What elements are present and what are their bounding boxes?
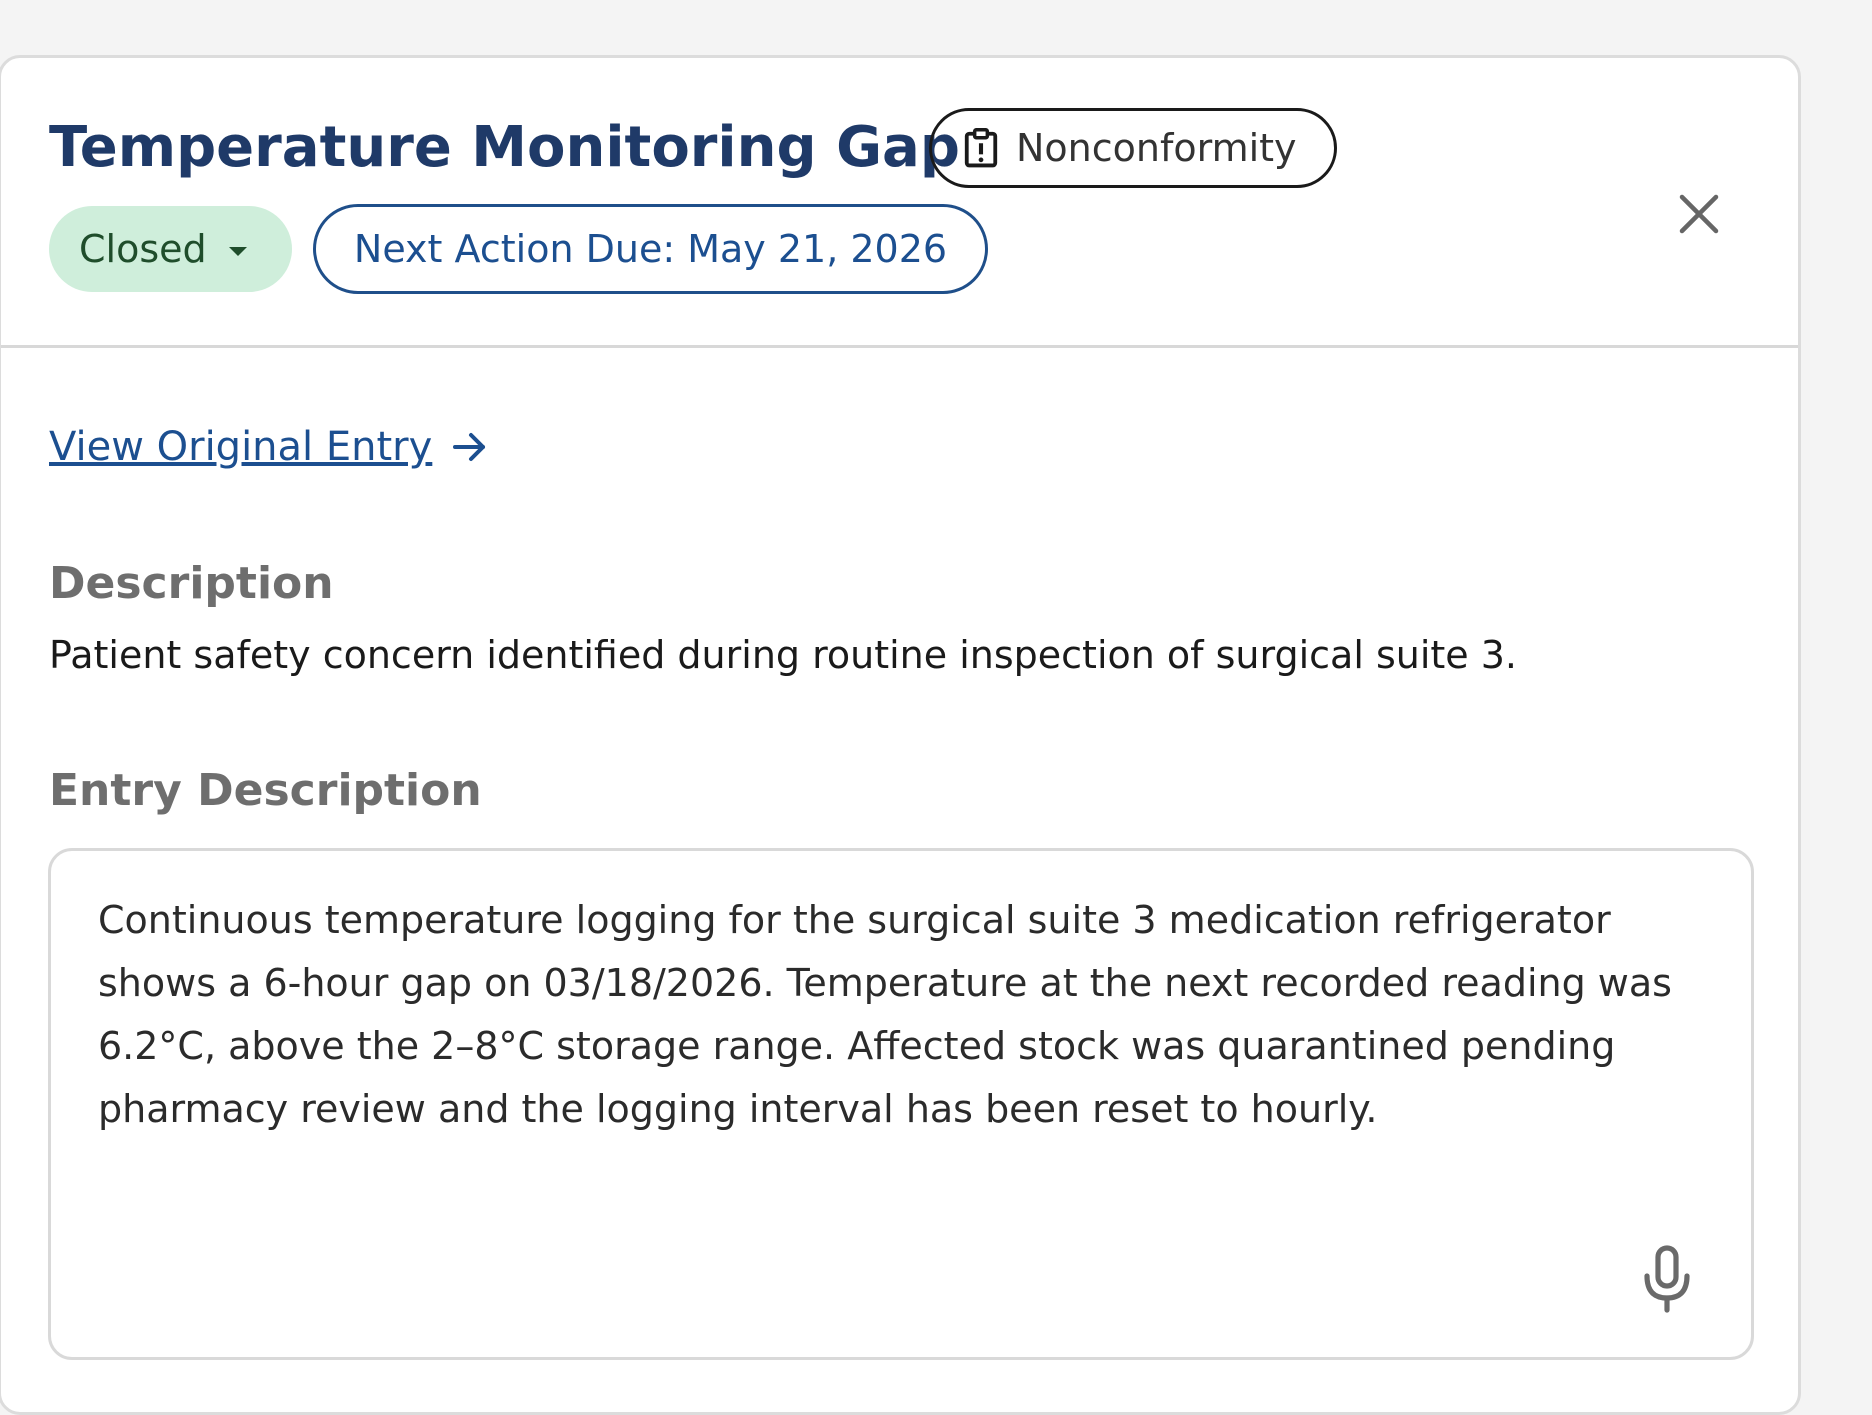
type-badge: Nonconformity <box>929 108 1337 188</box>
arrow-right-icon <box>453 433 486 461</box>
issue-detail-panel: Temperature Monitoring Gap Nonconformity… <box>0 55 1801 1415</box>
next-action-due-label: Next Action Due: May 21, 2026 <box>353 227 948 271</box>
close-icon <box>1679 194 1719 234</box>
type-badge-label: Nonconformity <box>1016 126 1297 170</box>
next-action-due-badge: Next Action Due: May 21, 2026 <box>313 204 988 294</box>
status-label: Closed <box>79 227 207 271</box>
clipboard-alert-icon <box>964 128 998 168</box>
caret-down-icon <box>228 246 247 256</box>
entry-description-value[interactable]: Continuous temperature logging for the s… <box>98 889 1718 1141</box>
description-heading: Description <box>49 558 334 609</box>
view-original-entry-label: View Original Entry <box>49 424 433 470</box>
view-original-entry-link[interactable]: View Original Entry <box>49 424 490 470</box>
page-title: Temperature Monitoring Gap <box>49 115 960 180</box>
microphone-icon <box>1644 1245 1690 1313</box>
panel-header: Temperature Monitoring Gap Nonconformity… <box>1 58 1798 348</box>
entry-description-heading: Entry Description <box>49 765 482 816</box>
close-button[interactable] <box>1673 188 1725 240</box>
status-dropdown[interactable]: Closed <box>49 206 292 292</box>
description-text: Patient safety concern identified during… <box>49 633 1518 677</box>
entry-description-textarea[interactable]: Continuous temperature logging for the s… <box>48 848 1754 1360</box>
voice-input-button[interactable] <box>1641 1244 1693 1314</box>
